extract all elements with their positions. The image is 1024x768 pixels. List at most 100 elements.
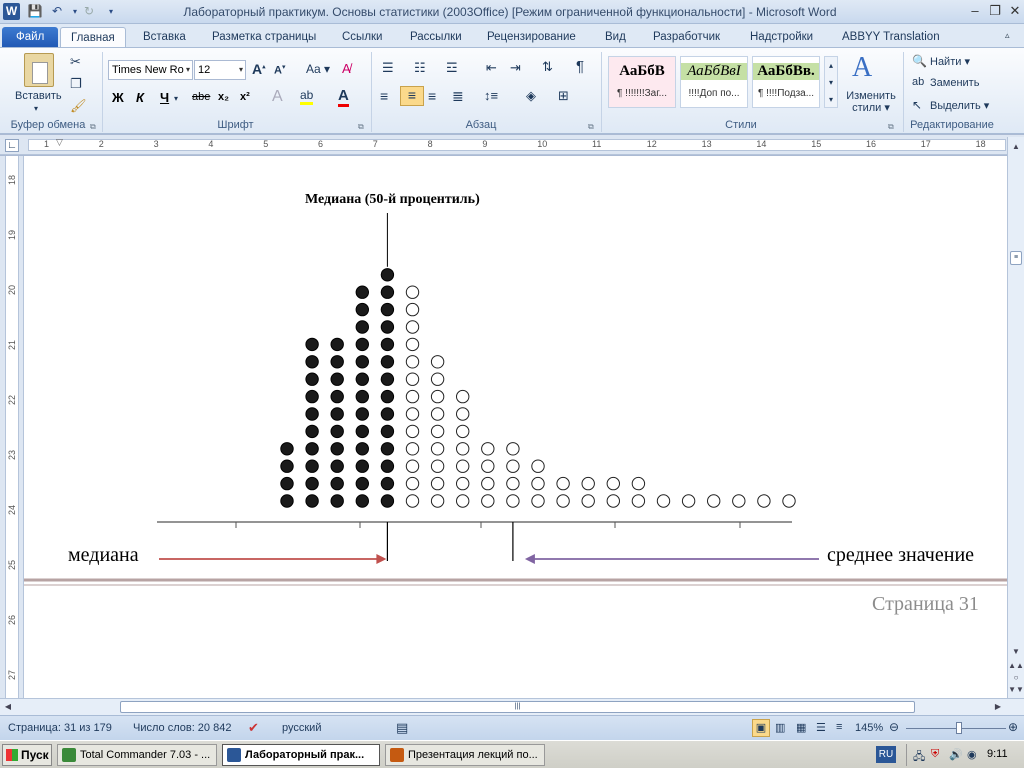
change-styles-icon[interactable]: A bbox=[852, 52, 872, 84]
horizontal-scrollbar[interactable]: ◀ ||| ▶ bbox=[0, 698, 1024, 715]
paragraph-launcher-icon[interactable]: ⧉ bbox=[588, 122, 594, 132]
scroll-left-icon[interactable]: ◀ bbox=[0, 699, 16, 715]
tab-insert[interactable]: Вставка bbox=[133, 27, 196, 47]
format-painter-icon[interactable]: 🖌 bbox=[70, 98, 87, 114]
next-page-icon[interactable]: ▼▼ bbox=[1008, 682, 1024, 698]
decrease-indent-icon[interactable]: ⇤ bbox=[486, 60, 497, 76]
tab-page-layout[interactable]: Разметка страницы bbox=[202, 27, 326, 47]
italic-button[interactable]: К bbox=[136, 90, 144, 105]
proofing-icon[interactable]: ✔ bbox=[248, 720, 259, 736]
start-button[interactable]: Пуск bbox=[2, 744, 52, 766]
multilevel-list-icon[interactable]: ☲ bbox=[446, 60, 458, 76]
font-name-combo[interactable]: Times New Ro ▾ bbox=[108, 60, 193, 80]
vertical-scrollbar[interactable]: ▲ ≡ ▼ ▲▲ ○ ▼▼ bbox=[1007, 137, 1024, 698]
tab-developer[interactable]: Разработчик bbox=[643, 27, 730, 47]
indent-marker-icon[interactable]: ▽ bbox=[56, 137, 63, 148]
tab-home[interactable]: Главная bbox=[60, 27, 126, 47]
zoom-level[interactable]: 145% bbox=[855, 722, 883, 734]
collapse-ribbon-icon[interactable]: ▵ bbox=[1005, 30, 1010, 41]
tab-view[interactable]: Вид bbox=[595, 27, 636, 47]
find-icon[interactable]: 🔍 bbox=[912, 54, 927, 68]
web-layout-icon[interactable]: ▦ bbox=[796, 721, 806, 734]
underline-button[interactable]: Ч bbox=[160, 90, 169, 105]
tab-abbyy[interactable]: ABBYY Translation bbox=[832, 27, 950, 47]
copy-icon[interactable]: ❐ bbox=[70, 76, 82, 92]
font-color-icon[interactable]: A bbox=[338, 87, 349, 107]
underline-dropdown-icon[interactable]: ▾ bbox=[174, 94, 178, 103]
print-layout-icon[interactable]: ▣ bbox=[752, 719, 770, 737]
numbering-icon[interactable]: ☷ bbox=[414, 60, 426, 76]
scroll-right-icon[interactable]: ▶ bbox=[990, 699, 1006, 715]
strikethrough-button[interactable]: abe bbox=[192, 91, 210, 103]
scroll-up-icon[interactable]: ▲ bbox=[1008, 139, 1024, 155]
zoom-in-icon[interactable]: ⊕ bbox=[1008, 720, 1018, 734]
hscroll-thumb[interactable]: ||| bbox=[120, 701, 915, 713]
draft-icon[interactable]: ≡ bbox=[836, 721, 842, 733]
cut-icon[interactable]: ✂ bbox=[70, 54, 81, 70]
justify-icon[interactable]: ≣ bbox=[452, 88, 464, 105]
borders-icon[interactable]: ⊞ bbox=[558, 88, 569, 104]
tab-addins[interactable]: Надстройки bbox=[740, 27, 823, 47]
highlight-icon[interactable]: ab bbox=[300, 88, 314, 105]
style-item-subheading[interactable]: АаБбВв. ¶ !!!!Подза... bbox=[752, 56, 820, 108]
full-screen-reading-icon[interactable]: ▥ bbox=[775, 721, 785, 734]
style-item-additional[interactable]: АаБбВвI !!!!Доп по... bbox=[680, 56, 748, 108]
shrink-font-icon[interactable]: A▾ bbox=[274, 63, 285, 77]
styles-launcher-icon[interactable]: ⧉ bbox=[888, 122, 894, 132]
bold-button[interactable]: Ж bbox=[112, 90, 124, 105]
subscript-button[interactable]: x₂ bbox=[218, 91, 229, 103]
save-icon[interactable]: 💾 bbox=[26, 3, 44, 20]
language-indicator[interactable]: RU bbox=[876, 746, 896, 763]
sort-icon[interactable]: ⇅ bbox=[542, 59, 553, 75]
superscript-button[interactable]: x² bbox=[240, 91, 250, 103]
line-spacing-icon[interactable]: ↕≡ bbox=[484, 88, 498, 103]
font-size-combo[interactable]: 12 ▾ bbox=[194, 60, 246, 80]
clock[interactable]: 9:11 bbox=[987, 748, 1008, 760]
select-button[interactable]: Выделить ▾ bbox=[930, 99, 989, 112]
ruler-track[interactable] bbox=[28, 139, 1006, 151]
undo-icon[interactable]: ↶ bbox=[48, 3, 66, 20]
tab-review[interactable]: Рецензирование bbox=[477, 27, 586, 47]
macro-record-icon[interactable]: ▤ bbox=[396, 720, 408, 736]
text-effects-icon[interactable]: A bbox=[272, 88, 283, 106]
customize-qat-icon[interactable]: ▾ bbox=[102, 3, 120, 20]
document-page[interactable]: Медиана (50-й процентиль) медиана средне… bbox=[24, 156, 1007, 698]
align-left-icon[interactable]: ≡ bbox=[380, 88, 388, 104]
clipboard-launcher-icon[interactable]: ⧉ bbox=[90, 122, 96, 132]
show-marks-icon[interactable]: ¶ bbox=[576, 58, 584, 75]
security-icon[interactable]: ⛨ bbox=[931, 748, 939, 761]
tab-file[interactable]: Файл bbox=[2, 27, 59, 47]
paste-dropdown-icon[interactable]: ▾ bbox=[34, 104, 38, 113]
task-powerpoint[interactable]: Презентация лекций по... bbox=[385, 744, 545, 766]
shading-icon[interactable]: ◈ bbox=[526, 88, 536, 104]
redo-icon[interactable]: ↻ bbox=[80, 3, 98, 20]
font-launcher-icon[interactable]: ⧉ bbox=[358, 122, 364, 132]
close-icon[interactable]: ✕ bbox=[1000, 1, 1024, 21]
find-button[interactable]: Найти ▾ bbox=[930, 55, 970, 68]
styles-scroll[interactable]: ▴ ▾ ▾ bbox=[824, 56, 838, 108]
paste-icon[interactable] bbox=[24, 53, 54, 87]
clear-format-icon[interactable]: A̸ bbox=[342, 61, 351, 76]
zoom-out-icon[interactable]: ⊖ bbox=[889, 720, 899, 734]
style-item-heading[interactable]: АаБбВ ¶ !!!!!!!Заг... bbox=[608, 56, 676, 108]
select-icon[interactable]: ↖ bbox=[912, 98, 922, 112]
align-right-icon[interactable]: ≡ bbox=[428, 88, 436, 104]
outline-icon[interactable]: ☰ bbox=[816, 721, 826, 734]
page-count-status[interactable]: Страница: 31 из 179 bbox=[8, 722, 112, 734]
tab-references[interactable]: Ссылки bbox=[332, 27, 393, 47]
replace-icon[interactable]: ab bbox=[912, 76, 924, 88]
grow-font-icon[interactable]: A▴ bbox=[252, 61, 266, 77]
network-icon[interactable]: 🖧 bbox=[913, 748, 925, 767]
scroll-thumb[interactable]: ≡ bbox=[1010, 251, 1022, 265]
paste-button[interactable]: Вставить bbox=[15, 90, 62, 102]
language-status[interactable]: русский bbox=[282, 722, 321, 734]
change-case-icon[interactable]: Aa ▾ bbox=[306, 62, 330, 76]
volume-icon[interactable]: 🔊 bbox=[949, 748, 963, 761]
zoom-slider-thumb[interactable] bbox=[956, 722, 962, 734]
tab-mailings[interactable]: Рассылки bbox=[400, 27, 472, 47]
increase-indent-icon[interactable]: ⇥ bbox=[510, 60, 521, 76]
tab-selector-icon[interactable]: ∟ bbox=[5, 139, 19, 152]
task-word[interactable]: Лабораторный прак... bbox=[222, 744, 380, 766]
tray-app-icon[interactable]: ◉ bbox=[967, 748, 977, 761]
bullets-icon[interactable]: ☰ bbox=[382, 60, 394, 76]
